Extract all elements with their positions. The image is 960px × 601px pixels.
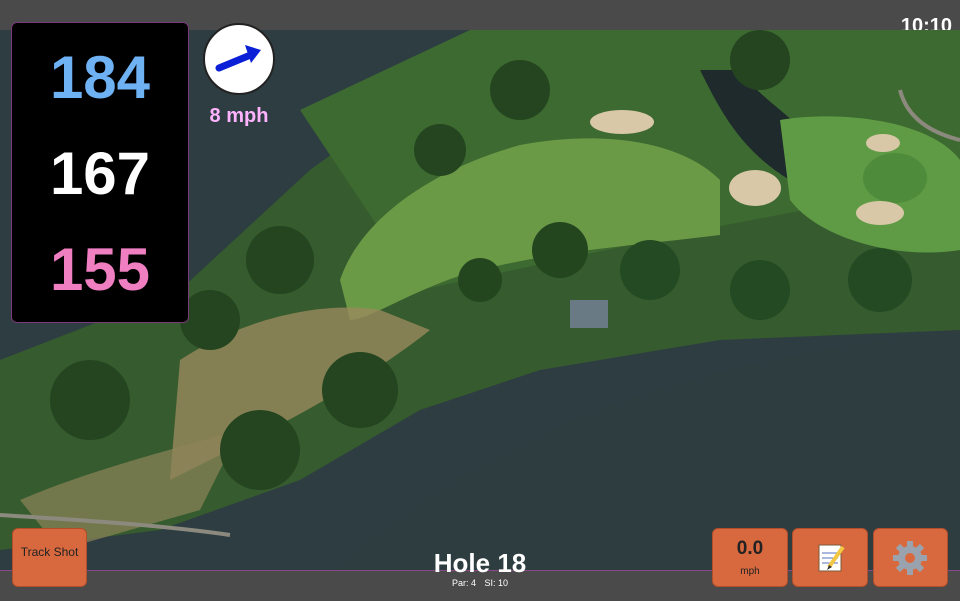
- wind-indicator: [203, 23, 275, 95]
- speed-value: 0.0: [736, 538, 764, 559]
- notepad-icon: [818, 544, 845, 572]
- back-yardage: 184: [49, 44, 151, 111]
- gear-icon: [893, 541, 927, 575]
- middle-yardage: 167: [49, 140, 151, 207]
- front-yardage: 155: [49, 236, 151, 303]
- arrow-right-up-icon: [215, 45, 261, 72]
- wind-speed: 8 mph: [209, 105, 269, 127]
- track-shot-label: Track Shot: [20, 545, 79, 559]
- track-shot-button[interactable]: Track Shot: [12, 528, 87, 587]
- yardage-panel: 184 167 155: [11, 22, 189, 323]
- hole-title: Hole 18: [433, 548, 527, 578]
- settings-button[interactable]: [873, 528, 948, 587]
- notes-button[interactable]: [792, 528, 868, 587]
- hole-stroke-index: SI: 10: [484, 578, 509, 588]
- hole-info: Par: 4 SI: 10: [380, 578, 580, 588]
- speed-button[interactable]: 0.0 mph: [712, 528, 788, 587]
- speed-unit: mph: [740, 566, 760, 577]
- hole-par: Par: 4: [451, 578, 476, 588]
